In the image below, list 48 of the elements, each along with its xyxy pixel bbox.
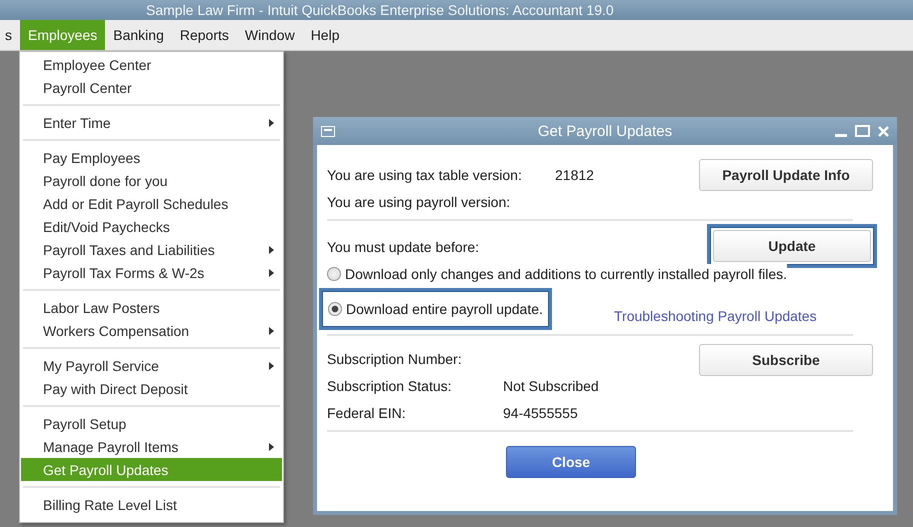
menu-item[interactable]: Edit/Void Paychecks — [21, 215, 282, 238]
menu-item[interactable]: Payroll Tax Forms & W-2s — [21, 261, 282, 284]
menu-item[interactable]: Manage Payroll Items — [21, 435, 282, 458]
close-icon[interactable] — [878, 126, 889, 136]
menu-item[interactable]: Payroll done for you — [21, 169, 282, 192]
window-title: Sample Law Firm - Intuit QuickBooks Enterprise Solutions: Accountant 19.0 — [146, 2, 614, 18]
menu-item[interactable]: Add or Edit Payroll Schedules — [21, 192, 282, 215]
menu-item[interactable]: Pay with Direct Deposit — [21, 377, 282, 400]
info-label: Federal EIN: — [327, 405, 407, 421]
menu-item[interactable]: Payroll Center — [21, 76, 282, 99]
subscribe-button[interactable]: Subscribe — [699, 344, 873, 376]
menu-item[interactable]: Window — [236, 20, 303, 50]
menu-item[interactable]: Employee Center — [21, 53, 282, 76]
menu-item[interactable]: Pay Employees — [21, 146, 282, 169]
window-menu-icon[interactable] — [321, 126, 335, 136]
menu-item[interactable]: Payroll Setup — [21, 412, 282, 435]
submenu-arrow-icon — [269, 246, 274, 254]
radio-option[interactable]: Download only changes and additions to currently installed payroll files. — [327, 264, 788, 284]
submenu-arrow-icon — [269, 268, 274, 276]
submenu-arrow-icon — [269, 442, 274, 450]
close-button[interactable]: Close — [506, 446, 636, 478]
submenu-arrow-icon — [269, 362, 274, 370]
radio-option[interactable]: Download entire payroll update. — [328, 299, 543, 319]
menu-item[interactable]: Workers Compensation — [21, 319, 282, 342]
submenu-arrow-icon — [269, 326, 274, 334]
info-label: You are using payroll version: — [327, 194, 512, 210]
menu-item[interactable]: Payroll Taxes and Liabilities — [21, 238, 282, 261]
menu-item[interactable]: Enter Time — [21, 111, 282, 134]
maximize-icon[interactable] — [855, 125, 870, 137]
info-label: Subscription Number: — [327, 351, 463, 367]
dialog-title: Get Payroll Updates — [536, 122, 674, 140]
info-value: 94-4555555 — [503, 405, 579, 421]
submenu-arrow-icon — [269, 118, 274, 126]
troubleshooting-link[interactable]: Troubleshooting Payroll Updates — [614, 308, 817, 324]
update-deadline-label: You must update before: — [327, 239, 480, 255]
info-label: You are using tax table version: — [327, 167, 523, 183]
info-value: Not Subscribed — [503, 378, 599, 394]
payroll-update-info-button[interactable]: Payroll Update Info — [699, 159, 873, 191]
menu-item[interactable]: Banking — [105, 20, 172, 50]
menu-item[interactable]: Labor Law Posters — [21, 296, 282, 319]
menu-item[interactable]: Help — [302, 20, 348, 50]
menu-item[interactable]: s — [0, 20, 20, 50]
update-button[interactable]: Update — [713, 230, 871, 262]
info-label: Subscription Status: — [327, 378, 453, 394]
info-value: 21812 — [555, 167, 594, 183]
menu-item[interactable]: My Payroll Service — [21, 354, 282, 377]
menu-item[interactable]: Billing Rate Level List — [21, 493, 282, 516]
menu-item[interactable]: Reports — [172, 20, 237, 50]
